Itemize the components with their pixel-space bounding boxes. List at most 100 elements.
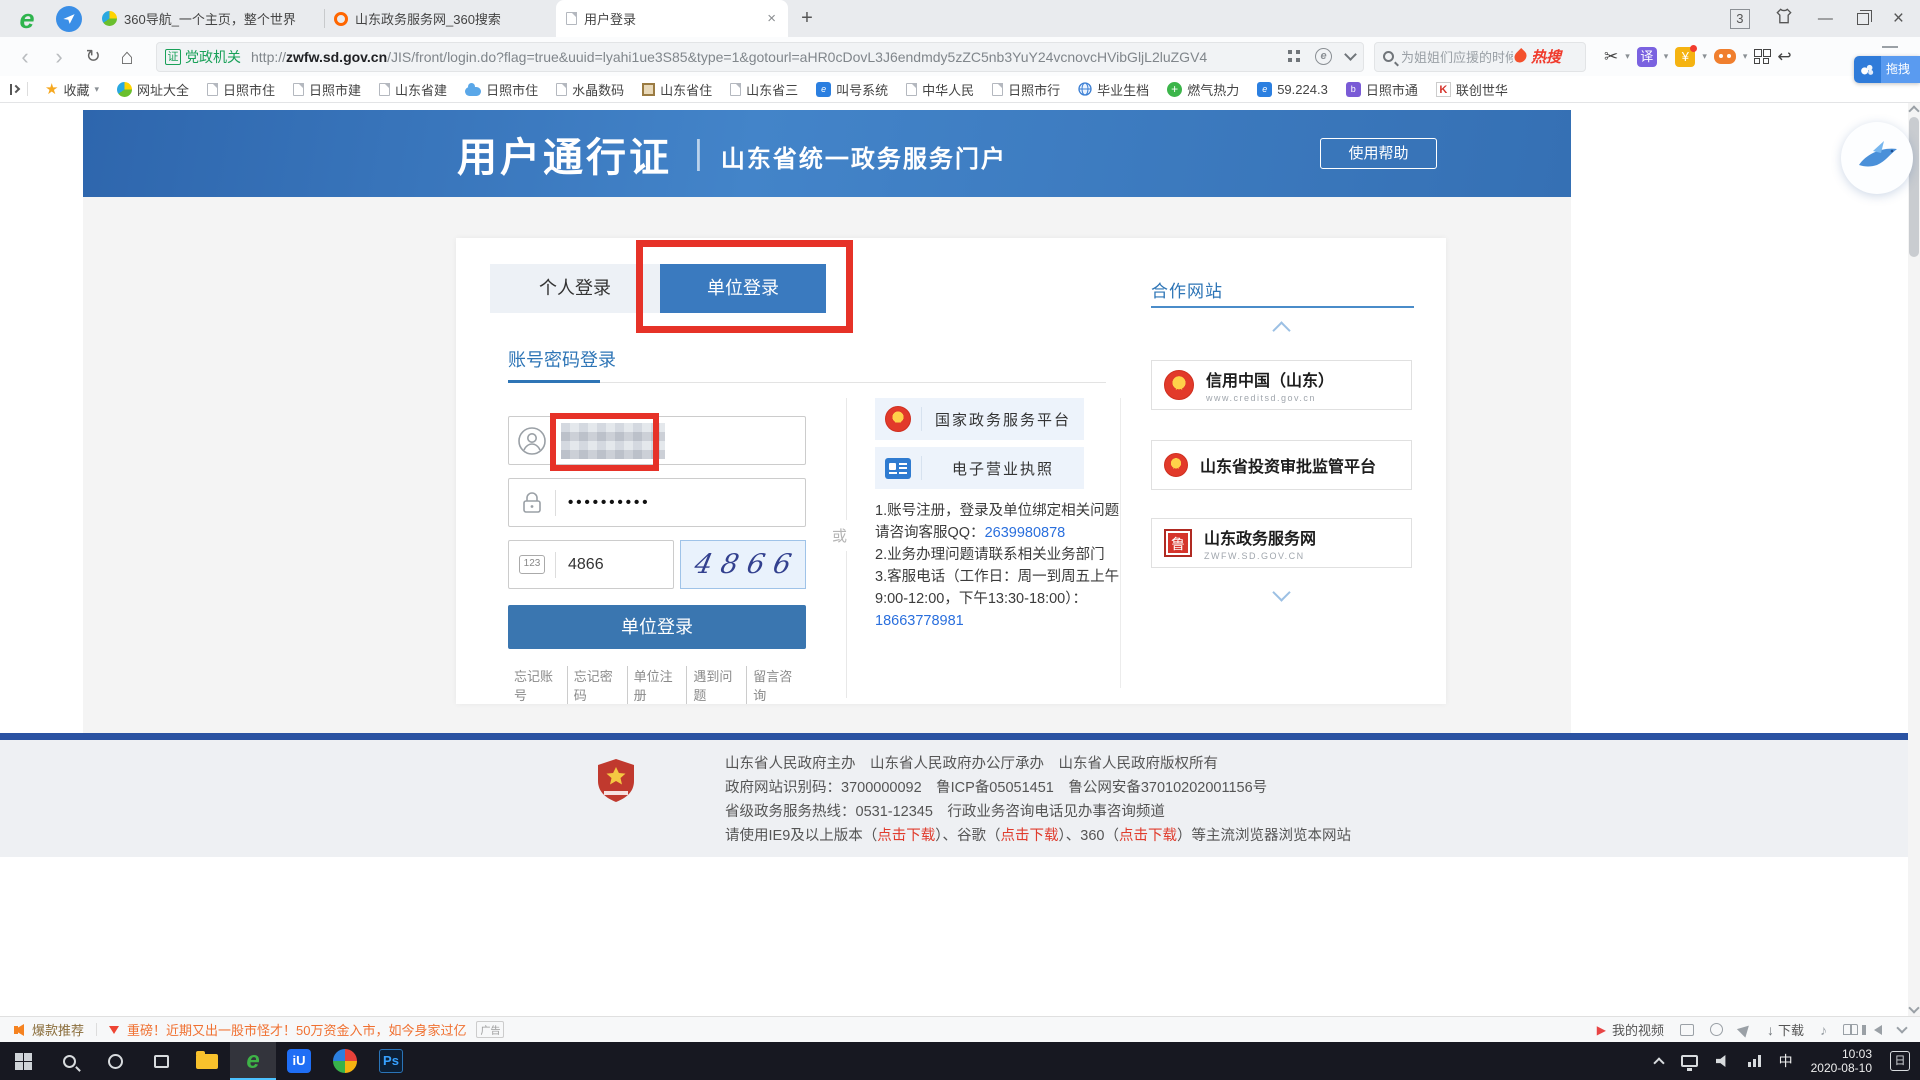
360-browser-button[interactable]: e <box>230 1042 276 1080</box>
partner-zwfw-site[interactable]: 鲁 山东政务服务网ZWFW.SD.GOV.CN <box>1151 518 1412 568</box>
hot-search-label[interactable]: 热搜 <box>1531 46 1561 67</box>
play-icon[interactable]: ▶ <box>1597 1023 1606 1037</box>
theme-skin-icon[interactable] <box>1774 6 1794 31</box>
my-video-label[interactable]: 我的视频 <box>1612 1020 1664 1039</box>
bookmark-item[interactable]: 日照市住 <box>207 80 275 99</box>
bookmark-item[interactable]: 网址大全 <box>117 80 189 99</box>
problem-link[interactable]: 遇到问题 <box>687 666 747 704</box>
site-bird-widget[interactable] <box>1841 122 1913 194</box>
gov-platform-login-button[interactable]: ★ 国家政务服务平台 <box>875 398 1084 440</box>
url-dropdown-icon[interactable] <box>1344 48 1357 61</box>
tab-user-login[interactable]: 用户登录 × <box>556 0 788 37</box>
send-to-mobile-icon[interactable] <box>56 6 82 32</box>
translate-icon[interactable]: 译 <box>1637 47 1657 67</box>
qq-link[interactable]: 2639980878 <box>985 525 1066 541</box>
bookmark-item[interactable]: K联创世华 <box>1436 80 1508 99</box>
qr-code-icon[interactable] <box>1288 50 1301 63</box>
close-tab-icon[interactable]: × <box>765 10 778 27</box>
promo-label[interactable]: 爆款推荐 <box>32 1020 84 1039</box>
restore-button[interactable] <box>1857 13 1869 25</box>
forgot-password-link[interactable]: 忘记密码 <box>568 666 628 704</box>
network-icon[interactable] <box>1748 1055 1761 1067</box>
timer-icon[interactable] <box>1710 1023 1723 1036</box>
taskbar-clock[interactable]: 10:03 2020-08-10 <box>1811 1047 1872 1075</box>
caret-icon[interactable]: ▾ <box>1743 51 1748 62</box>
captcha-image[interactable]: 4866 <box>680 540 806 589</box>
iu-app-button[interactable]: iU <box>276 1042 322 1080</box>
bookmark-item[interactable]: 日照市建 <box>293 80 361 99</box>
bookmark-item[interactable]: 毕业生档 <box>1078 80 1149 99</box>
forgot-account-link[interactable]: 忘记账号 <box>508 666 568 704</box>
partner-credit-china[interactable]: ★ 信用中国（山东）www.creditsd.gov.cn <box>1151 360 1412 410</box>
bookmark-item[interactable]: b日照市通 <box>1346 80 1418 99</box>
caret-icon[interactable]: ▾ <box>1664 51 1669 62</box>
bookmark-item[interactable]: 山东省三 <box>730 80 798 99</box>
scroll-down-icon[interactable] <box>1908 1002 1919 1013</box>
message-consult-link[interactable]: 留言咨询 <box>747 666 806 704</box>
reader-icon[interactable] <box>1843 1024 1858 1035</box>
site-cert-badge[interactable]: 证 党政机关 <box>165 47 241 67</box>
tab-account-password-login[interactable]: 账号密码登录 <box>508 346 616 372</box>
tab-count-badge[interactable]: 3 <box>1730 9 1750 29</box>
volume-icon[interactable] <box>1874 1025 1882 1035</box>
cortana-button[interactable] <box>92 1042 138 1080</box>
statusbar-chevron-icon[interactable] <box>1896 1022 1907 1033</box>
reload-button[interactable]: ↻ <box>76 46 110 67</box>
bookmark-item[interactable]: 山东省建 <box>379 80 447 99</box>
forward-button[interactable]: › <box>42 44 76 70</box>
bookmark-item[interactable]: 日照市住 <box>465 80 538 99</box>
bookmark-item[interactable]: e59.224.3 <box>1257 82 1328 97</box>
screenshot-scissors-icon[interactable]: ✂ <box>1604 47 1618 67</box>
caret-icon[interactable]: ▾ <box>1625 51 1630 62</box>
tab-360-nav[interactable]: 360导航_一个主页，整个世界 <box>92 0 324 37</box>
booster-icon[interactable] <box>1737 1021 1753 1037</box>
netdisk-drag-overlay[interactable]: 拖拽 <box>1854 56 1920 83</box>
games-icon[interactable] <box>1714 49 1736 64</box>
file-explorer-button[interactable] <box>184 1042 230 1080</box>
volume-icon[interactable] <box>1716 1055 1730 1067</box>
help-button[interactable]: 使用帮助 <box>1320 138 1437 169</box>
scrollbar-thumb[interactable] <box>1909 117 1919 257</box>
bookmark-item[interactable]: e叫号系统 <box>816 80 888 99</box>
back-button[interactable]: ‹ <box>8 44 42 70</box>
url-text[interactable]: http://zwfw.sd.gov.cn/JIS/front/login.do… <box>251 49 1280 65</box>
undo-close-tab-icon[interactable]: ↩ <box>1777 47 1791 67</box>
ie-download-link[interactable]: 点击下载 <box>877 828 935 844</box>
bookmark-item[interactable]: 中华人民 <box>906 80 974 99</box>
monitor-icon[interactable] <box>1681 1055 1698 1067</box>
tab-360-search[interactable]: 山东政务服务网_360搜索 <box>324 0 556 37</box>
apps-grid-icon[interactable] <box>1754 49 1770 65</box>
browser-search-box[interactable]: 为姐姐们应援的时候 热搜 <box>1374 42 1586 72</box>
page-scrollbar[interactable] <box>1908 103 1920 1016</box>
collapse-bookmarks-icon[interactable] <box>10 84 19 95</box>
carousel-down-icon[interactable] <box>1272 583 1290 601</box>
download-manager[interactable]: ↓ 下载 <box>1767 1020 1804 1039</box>
phone-link[interactable]: 18663778981 <box>875 613 964 629</box>
screenshot-icon[interactable] <box>1680 1024 1694 1036</box>
caret-icon[interactable]: ▾ <box>1702 51 1707 62</box>
address-bar[interactable]: 证 党政机关 http://zwfw.sd.gov.cn/JIS/front/l… <box>156 42 1364 72</box>
home-button[interactable]: ⌂ <box>110 44 144 70</box>
wallet-icon[interactable]: ¥ <box>1675 47 1695 67</box>
new-tab-button[interactable]: + <box>794 6 820 32</box>
password-field[interactable]: •••••••••• <box>508 478 806 527</box>
scroll-up-icon[interactable] <box>1908 105 1919 116</box>
close-window-button[interactable]: × <box>1893 8 1904 30</box>
bookmark-favorites[interactable]: ★收藏▾ <box>45 80 99 99</box>
unit-register-link[interactable]: 单位注册 <box>628 666 688 704</box>
minimize-button[interactable]: — <box>1818 10 1833 27</box>
news-ticker[interactable]: 重磅！近期又出一股市怪才！50万资金入市，如今身家过亿 <box>127 1020 466 1039</box>
bookmark-item[interactable]: +燃气热力 <box>1167 80 1239 99</box>
unit-login-submit-button[interactable]: 单位登录 <box>508 605 806 649</box>
tab-personal-login[interactable]: 个人登录 <box>490 264 660 313</box>
partner-investment-platform[interactable]: ★ 山东省投资审批监管平台 <box>1151 440 1412 490</box>
browser-360-logo[interactable]: e <box>12 4 42 34</box>
carousel-up-icon[interactable] <box>1272 321 1290 339</box>
color-app-button[interactable] <box>322 1042 368 1080</box>
task-view-button[interactable] <box>138 1042 184 1080</box>
tray-expand-icon[interactable] <box>1653 1057 1664 1068</box>
bookmark-item[interactable]: 日照市行 <box>992 80 1060 99</box>
taskbar-search-button[interactable] <box>46 1042 92 1080</box>
notification-center-icon[interactable]: 日 <box>1890 1051 1910 1071</box>
bookmark-item[interactable]: 水晶数码 <box>556 80 624 99</box>
